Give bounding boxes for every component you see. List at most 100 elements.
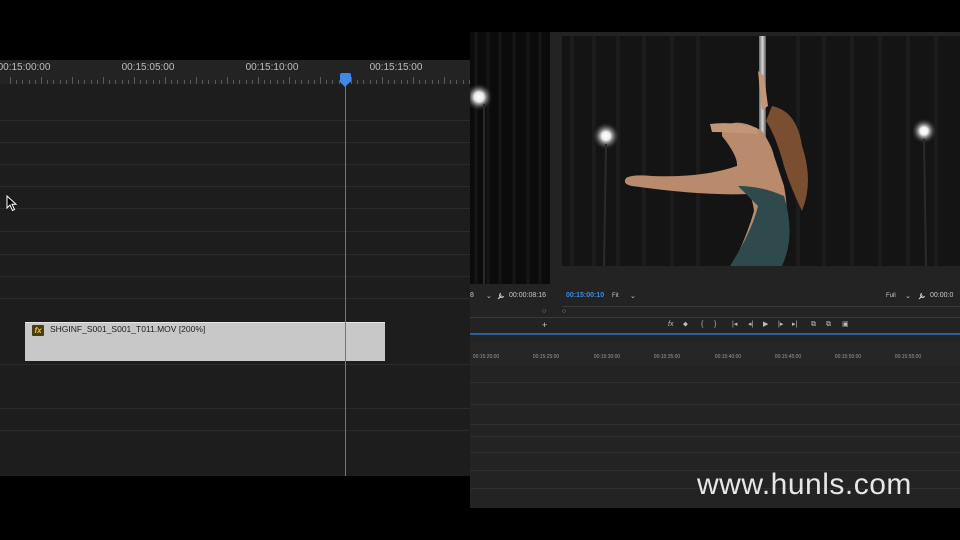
playhead-handle[interactable] — [340, 73, 351, 82]
ruler-tick — [332, 80, 334, 84]
timeline-panel[interactable]: 00:15:00:00 00:15:05:00 00:15:10:00 00:1… — [0, 60, 470, 476]
program-current-timecode[interactable]: 00:15:00:10 — [566, 292, 604, 299]
track-divider — [0, 276, 470, 277]
ruler-tick — [419, 80, 421, 84]
clip-name: SHGINF_S001_S001_T011.MOV [200%] — [50, 324, 206, 334]
ruler-tick — [103, 77, 104, 84]
add-marker-icon[interactable]: ⬥ — [683, 321, 688, 329]
time-ruler[interactable]: 00:15:00:00 00:15:05:00 00:15:10:00 00:1… — [0, 60, 470, 84]
ruler-tick — [41, 77, 42, 84]
program-playhead-marker-icon[interactable]: ○ — [562, 308, 566, 315]
program-frame-image — [562, 36, 960, 266]
ruler-tick — [158, 80, 160, 84]
settings-wrench-icon[interactable] — [918, 292, 926, 300]
ruler-tick — [22, 80, 24, 84]
premiere-window[interactable]: 8 ⌄ 00:00:08:16 ○ + 00:15:00:10 Fit ⌄ Fu… — [470, 32, 960, 508]
seq-ruler-timecode: 00:15:20:00 — [472, 354, 500, 360]
play-icon[interactable]: ▶ — [763, 321, 768, 329]
wrench-icon[interactable] — [497, 292, 505, 300]
ruler-tick — [65, 80, 67, 84]
ruler-tick — [177, 80, 179, 84]
ruler-tick — [146, 80, 148, 84]
ruler-tick — [295, 80, 297, 84]
seq-track-divider — [470, 436, 960, 437]
seq-ruler-timecode: 00:15:45:00 — [774, 354, 802, 360]
lift-icon[interactable]: ⧉ — [811, 321, 816, 329]
active-panel-highlight — [470, 333, 960, 335]
seq-ruler-timecode: 00:15:55:00 — [894, 354, 922, 360]
ruler-tick — [233, 80, 235, 84]
extract-icon[interactable]: ⧉ — [826, 321, 831, 329]
ruler-tick — [375, 80, 377, 84]
ruler-tick — [121, 80, 123, 84]
go-to-out-icon[interactable]: ▸| — [792, 321, 797, 329]
track-divider — [0, 208, 470, 209]
ruler-tick — [276, 80, 278, 84]
watermark-text: www.hunls.com — [697, 468, 912, 501]
ruler-tick — [53, 80, 55, 84]
ruler-tick — [326, 80, 328, 84]
ruler-tick — [456, 80, 458, 84]
playhead-line[interactable] — [345, 78, 346, 476]
ruler-tick — [16, 80, 18, 84]
mark-out-icon[interactable]: } — [714, 321, 716, 329]
ruler-tick — [127, 80, 129, 84]
mark-in-icon[interactable]: { — [701, 321, 703, 329]
ruler-tick — [72, 77, 73, 84]
ruler-tick — [282, 80, 284, 84]
video-clip[interactable]: fx SHGINF_S001_S001_T011.MOV [200%] — [25, 322, 385, 361]
add-button[interactable]: + — [542, 320, 547, 330]
ruler-tick — [239, 80, 241, 84]
sequence-time-ruler[interactable]: 00:15:20:00 00:15:25:00 00:15:30:00 00:1… — [470, 342, 960, 366]
track-divider — [0, 298, 470, 299]
source-frame-image — [470, 32, 550, 284]
ruler-tick — [251, 80, 253, 84]
source-resolution-dropdown-icon[interactable]: ⌄ — [486, 292, 492, 300]
playback-resolution-dropdown[interactable]: Full — [886, 293, 896, 299]
source-duration-timecode[interactable]: 00:00:08:16 — [509, 292, 546, 299]
ruler-tick — [28, 80, 30, 84]
export-frame-camera-icon[interactable]: ▣ — [842, 321, 849, 329]
ruler-tick — [140, 80, 142, 84]
zoom-chevron-icon[interactable]: ⌄ — [630, 292, 636, 300]
step-back-icon[interactable]: ◂| — [748, 321, 753, 329]
track-divider — [0, 164, 470, 165]
go-to-in-icon[interactable]: |◂ — [732, 321, 737, 329]
zoom-level-dropdown[interactable]: Fit — [612, 293, 619, 299]
track-divider — [0, 408, 470, 409]
ruler-tick — [208, 80, 210, 84]
resolution-chevron-icon[interactable]: ⌄ — [905, 292, 911, 300]
playhead-handle-tip[interactable] — [340, 82, 350, 87]
ruler-tick — [394, 80, 396, 84]
ruler-tick — [34, 80, 36, 84]
ruler-tick — [270, 80, 272, 84]
program-duration-timecode: 00:00:0 — [930, 292, 954, 299]
track-divider — [0, 120, 470, 121]
fx-badge-icon[interactable]: fx — [32, 325, 44, 336]
source-monitor-video — [470, 32, 550, 284]
monitor-time-ruler[interactable] — [562, 306, 960, 307]
ruler-tick — [59, 80, 61, 84]
seq-ruler-timecode: 00:15:30:00 — [593, 354, 621, 360]
ruler-tick — [214, 80, 216, 84]
ruler-tick — [152, 80, 154, 84]
seq-track-divider — [470, 424, 960, 425]
ruler-tick — [400, 80, 402, 84]
track-divider — [0, 186, 470, 187]
program-monitor-video — [562, 36, 960, 266]
ruler-tick — [351, 77, 352, 84]
ruler-tick — [134, 77, 135, 84]
ruler-tick — [444, 77, 445, 84]
source-playhead-marker-icon[interactable]: ○ — [542, 308, 546, 315]
ruler-timecode: 00:15:05:00 — [121, 62, 175, 73]
ruler-tick — [357, 80, 359, 84]
mouse-cursor-icon — [6, 195, 18, 212]
ruler-tick — [431, 80, 433, 84]
ruler-tick — [425, 80, 427, 84]
ruler-tick — [363, 80, 365, 84]
ruler-tick — [264, 80, 266, 84]
seq-ruler-timecode: 00:15:35:00 — [653, 354, 681, 360]
fx-toggle-icon[interactable]: fx — [668, 321, 673, 329]
step-forward-icon[interactable]: |▸ — [778, 321, 783, 329]
ruler-tick — [227, 77, 228, 84]
